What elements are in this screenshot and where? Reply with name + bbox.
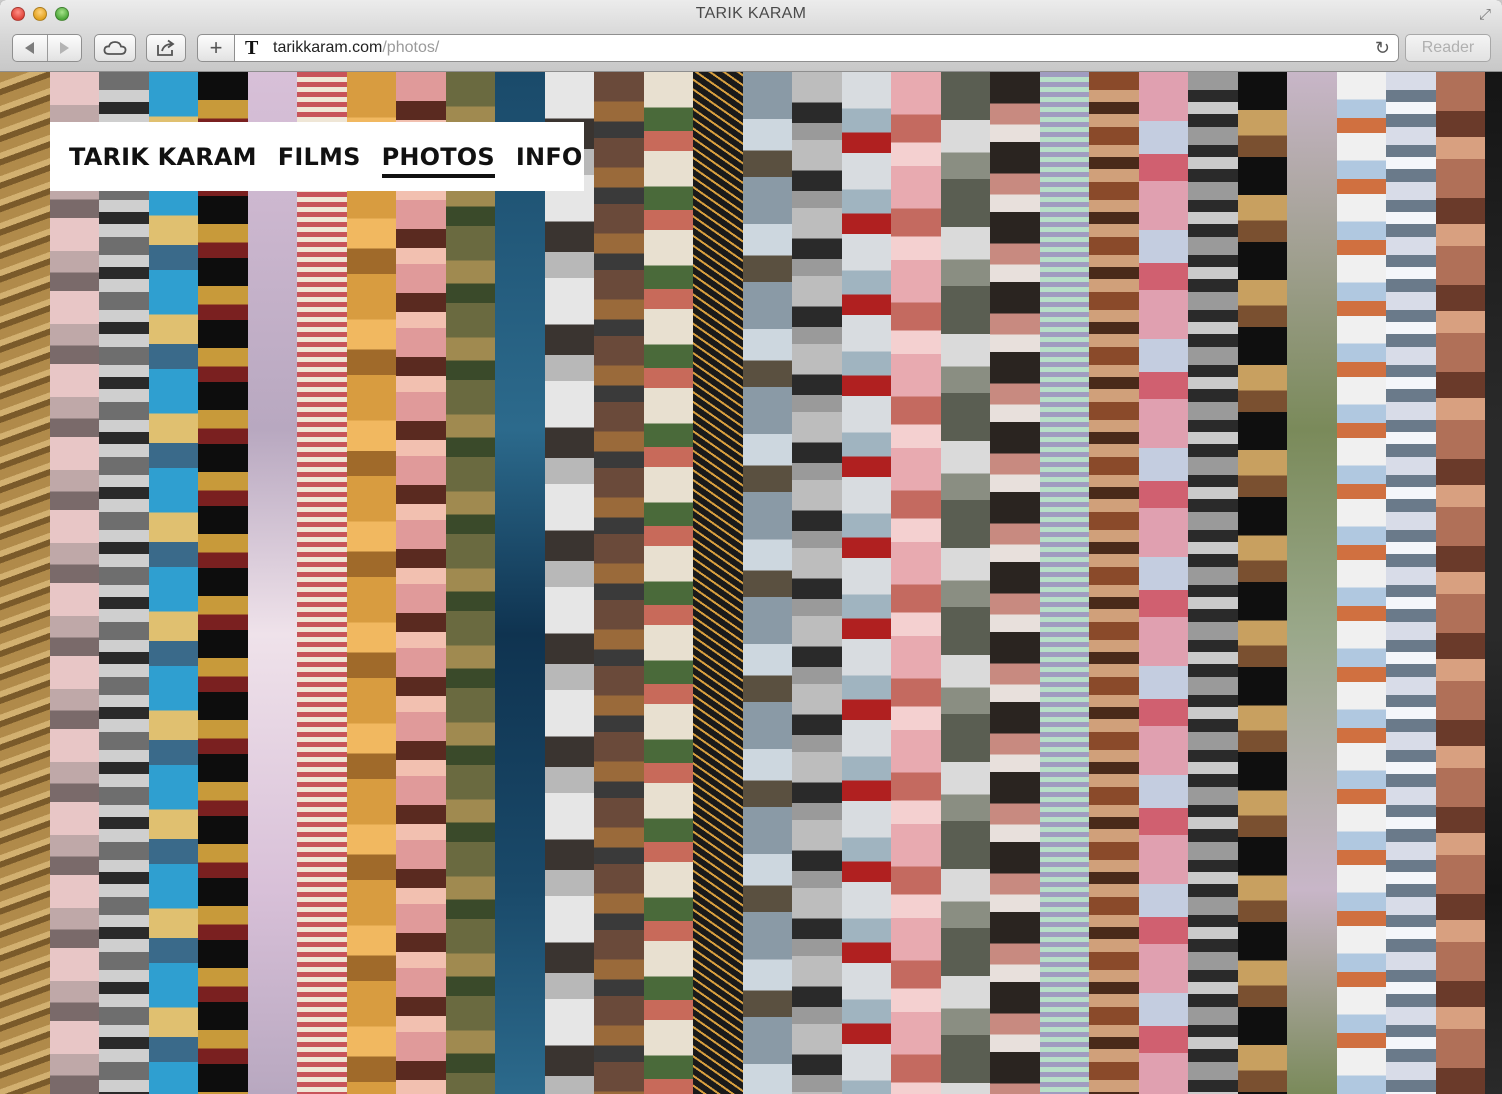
address-bar[interactable]: T tarikkaram.com/photos/ ↻ [234,34,1399,62]
photo-collage [0,72,1502,1094]
icloud-tabs-button[interactable] [94,34,136,62]
icloud-tabs-icon [103,41,127,55]
photo-strip[interactable] [940,72,990,1094]
photo-strip[interactable] [1138,72,1188,1094]
photo-strip[interactable] [1237,72,1287,1094]
photo-strip[interactable] [1188,72,1238,1094]
photo-strip[interactable] [990,72,1040,1094]
nav-films-link[interactable]: FILMS [278,143,361,171]
photo-strip[interactable] [1039,72,1089,1094]
back-button[interactable] [13,35,48,61]
back-forward-group [12,34,82,62]
photo-strip[interactable] [1089,72,1139,1094]
new-tab-button[interactable]: + [197,34,235,62]
share-icon [157,39,175,56]
photo-strip[interactable] [544,72,594,1094]
site-brand-link[interactable]: TARIK KARAM [69,143,257,171]
photo-strip[interactable] [99,72,149,1094]
browser-toolbar: TARIK KARAM ⤢ + T tarikkaram.com/photos/… [0,0,1502,72]
photo-strip[interactable] [495,72,545,1094]
nav-info-link[interactable]: INFO [516,143,583,171]
nav-photos-link[interactable]: PHOTOS [381,143,496,178]
back-arrow-icon [25,42,35,54]
share-button[interactable] [146,34,186,62]
photo-strip[interactable] [742,72,792,1094]
url-text[interactable]: tarikkaram.com/photos/ [273,39,439,57]
photo-strip[interactable] [0,72,50,1094]
page-content: TARIK KARAM FILMS PHOTOS INFO [0,72,1502,1094]
photo-strip[interactable] [1287,72,1337,1094]
photo-strip[interactable] [1435,72,1485,1094]
photo-strip[interactable] [198,72,248,1094]
photo-strip[interactable] [396,72,446,1094]
photo-strip[interactable] [445,72,495,1094]
site-favicon: T [245,37,259,59]
browser-window: TARIK KARAM ⤢ + T tarikkaram.com/photos/… [0,0,1502,1094]
photo-strip[interactable] [297,72,347,1094]
reload-icon[interactable]: ↻ [1375,38,1390,59]
photo-strip[interactable] [891,72,941,1094]
photo-strip[interactable] [693,72,743,1094]
photo-strip[interactable] [1386,72,1436,1094]
photo-strip[interactable] [1336,72,1386,1094]
reader-button[interactable]: Reader [1405,34,1491,62]
photo-strip[interactable] [792,72,842,1094]
photo-strip[interactable] [643,72,693,1094]
fullscreen-icon[interactable]: ⤢ [1476,6,1494,24]
photo-strip[interactable] [594,72,644,1094]
window-title: TARIK KARAM [695,5,807,22]
plus-icon: + [209,35,223,60]
url-host: tarikkaram.com [273,39,383,56]
photo-strip[interactable] [49,72,99,1094]
forward-arrow-icon [59,42,69,54]
photo-strip[interactable] [346,72,396,1094]
photo-strip[interactable] [148,72,198,1094]
photo-strip[interactable] [247,72,297,1094]
url-path: /photos/ [382,39,440,56]
site-navigation: TARIK KARAM FILMS PHOTOS INFO [50,122,584,191]
photo-strip[interactable] [841,72,891,1094]
photo-strip[interactable] [1485,72,1502,1094]
forward-button[interactable] [48,35,82,61]
